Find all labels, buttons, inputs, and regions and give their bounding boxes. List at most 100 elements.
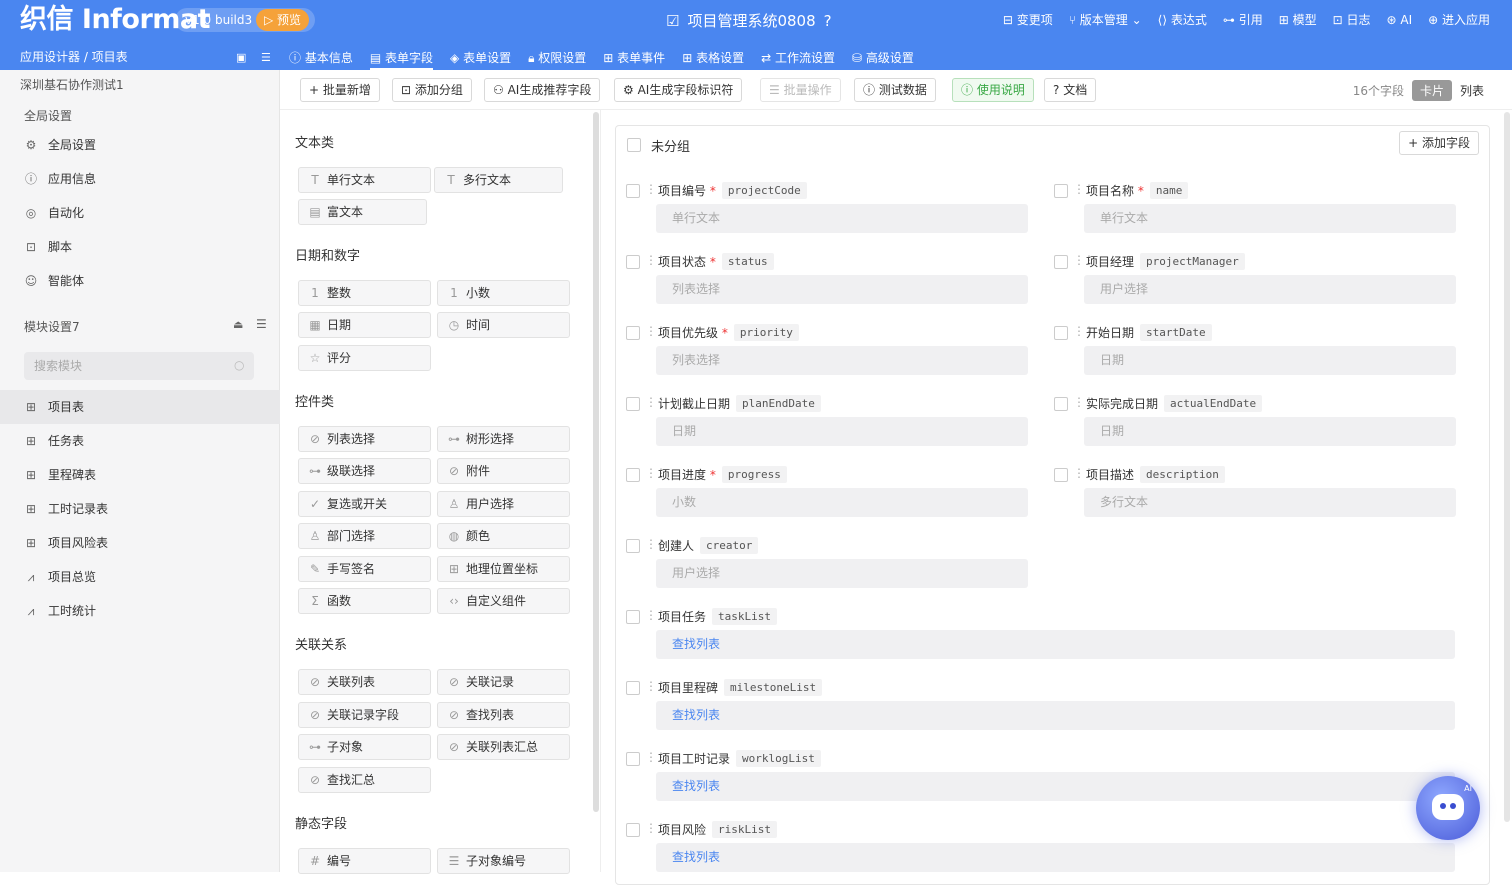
palette-relation-record[interactable]: ⊘ 关联记录	[437, 669, 570, 695]
palette-lookup-list[interactable]: ⊘ 查找列表	[437, 702, 570, 728]
palette-multi-text[interactable]: T 多行文本	[434, 167, 563, 193]
sidebar-item-script[interactable]: ⊡ 脚本	[0, 230, 280, 264]
palette-single-text[interactable]: T 单行文本	[298, 167, 431, 193]
field-card[interactable]: ⋮⋮ 项目编号 * projectCode 单行文本	[626, 182, 1028, 234]
palette-relation-summary[interactable]: ⊘ 关联列表汇总	[437, 734, 570, 760]
palette-tree-select[interactable]: ⊶ 树形选择	[437, 426, 570, 452]
list-icon[interactable]: ☰	[261, 51, 271, 64]
sidebar-item-risk-table[interactable]: ⊞ 项目风险表	[0, 526, 280, 560]
batch-operation-button[interactable]: ☰ 批量操作	[760, 78, 841, 102]
palette-decimal[interactable]: 1 小数	[437, 280, 570, 306]
tab-permissions[interactable]: 🔒︎ 权限设置	[528, 49, 586, 70]
sidebar-item-global-settings[interactable]: ⚙ 全局设置	[0, 128, 280, 162]
palette-color[interactable]: ◍ 颜色	[437, 523, 570, 549]
palette-time[interactable]: ◷ 时间	[437, 312, 570, 338]
usage-guide-button[interactable]: ⓘ 使用说明	[952, 78, 1034, 102]
palette-cascade-select[interactable]: ⊶ 级联选择	[298, 458, 431, 484]
field-checkbox[interactable]	[626, 823, 640, 837]
field-checkbox[interactable]	[626, 326, 640, 340]
tab-form-events[interactable]: ⊞ 表单事件	[603, 49, 665, 70]
sidebar-item-worklog-table[interactable]: ⊞ 工时记录表	[0, 492, 280, 526]
palette-signature[interactable]: ✎ 手写签名	[298, 556, 431, 582]
nav-log[interactable]: ⊡ 日志	[1333, 11, 1371, 29]
nav-enter-app[interactable]: ⊕ 进入应用	[1428, 11, 1490, 29]
tab-form-settings[interactable]: ◈ 表单设置	[450, 49, 511, 70]
sidebar-item-task-table[interactable]: ⊞ 任务表	[0, 424, 280, 458]
palette-relation-list[interactable]: ⊘ 关联列表	[298, 669, 431, 695]
palette-attachment[interactable]: ⊘ 附件	[437, 458, 570, 484]
field-checkbox[interactable]	[626, 539, 640, 553]
field-card[interactable]: ⋮⋮ 项目工时记录 worklogList 查找列表	[626, 750, 1455, 802]
sidebar-item-agent[interactable]: ☺ 智能体	[0, 264, 280, 298]
field-card[interactable]: ⋮⋮ 项目经理 projectManager 用户选择	[1054, 253, 1456, 305]
ai-recommend-fields-button[interactable]: ⚇ AI生成推荐字段	[484, 78, 601, 102]
note-icon[interactable]: ▣	[236, 51, 246, 64]
nav-reference[interactable]: ⊶ 引用	[1223, 11, 1263, 29]
group-checkbox[interactable]	[627, 138, 641, 152]
nav-version[interactable]: ⑂ 版本管理 ⌄	[1069, 11, 1142, 29]
sidebar-item-app-info[interactable]: ⓘ 应用信息	[0, 162, 280, 196]
palette-function[interactable]: Σ 函数	[298, 588, 431, 614]
field-card[interactable]: ⋮⋮ 项目优先级 * priority 列表选择	[626, 324, 1028, 376]
palette-rating[interactable]: ☆ 评分	[298, 345, 431, 371]
palette-sub-object-number[interactable]: ☰ 子对象编号	[437, 848, 570, 874]
palette-rich-text[interactable]: ▤ 富文本	[298, 199, 427, 225]
test-data-button[interactable]: ⓘ 测试数据	[854, 78, 936, 102]
palette-user-select[interactable]: ♙ 用户选择	[437, 491, 570, 517]
field-checkbox[interactable]	[626, 681, 640, 695]
sidebar-item-milestone-table[interactable]: ⊞ 里程碑表	[0, 458, 280, 492]
field-card[interactable]: ⋮⋮ 计划截止日期 planEndDate 日期	[626, 395, 1028, 447]
tab-workflow[interactable]: ⇄ 工作流设置	[761, 49, 835, 70]
ai-field-identifier-button[interactable]: ⚙ AI生成字段标识符	[614, 78, 743, 102]
field-checkbox[interactable]	[626, 184, 640, 198]
field-card[interactable]: ⋮⋮ 开始日期 startDate 日期	[1054, 324, 1456, 376]
field-card[interactable]: ⋮⋮ 项目状态 * status 列表选择	[626, 253, 1028, 305]
palette-sub-object[interactable]: ⊶ 子对象	[298, 734, 431, 760]
field-card[interactable]: ⋮⋮ 项目任务 taskList 查找列表	[626, 608, 1455, 660]
sidebar-item-automation[interactable]: ◎ 自动化	[0, 196, 280, 230]
nav-expression[interactable]: ⟨⟩ 表达式	[1158, 11, 1207, 29]
palette-checkbox[interactable]: ✓ 复选或开关	[298, 491, 431, 517]
field-card[interactable]: ⋮⋮ 项目里程碑 milestoneList 查找列表	[626, 679, 1455, 731]
tab-advanced[interactable]: ⛁ 高级设置	[852, 49, 914, 70]
field-card[interactable]: ⋮⋮ 创建人 creator 用户选择	[626, 537, 1028, 589]
view-card-button[interactable]: 卡片	[1411, 80, 1452, 101]
palette-custom-component[interactable]: ‹› 自定义组件	[437, 588, 570, 614]
palette-lookup-summary[interactable]: ⊘ 查找汇总	[298, 767, 431, 793]
palette-date[interactable]: ▦ 日期	[298, 312, 431, 338]
palette-integer[interactable]: 1 整数	[298, 280, 431, 306]
sort-icon[interactable]: ☰	[256, 317, 267, 331]
canvas-scrollbar[interactable]	[1504, 112, 1510, 822]
field-checkbox[interactable]	[1054, 255, 1068, 269]
sidebar-item-worklog-stats[interactable]: ⩘ 工时统计	[0, 594, 280, 628]
field-card[interactable]: ⋮⋮ 项目进度 * progress 小数	[626, 466, 1028, 518]
palette-dept-select[interactable]: ♙ 部门选择	[298, 523, 431, 549]
palette-list-select[interactable]: ⊘ 列表选择	[298, 426, 431, 452]
preview-button[interactable]: ▷ 预览	[256, 9, 310, 31]
nav-model[interactable]: ⊞ 模型	[1279, 11, 1317, 29]
field-checkbox[interactable]	[626, 255, 640, 269]
field-checkbox[interactable]	[626, 468, 640, 482]
palette-relation-record-field[interactable]: ⊘ 关联记录字段	[298, 702, 431, 728]
field-checkbox[interactable]	[626, 752, 640, 766]
field-checkbox[interactable]	[1054, 184, 1068, 198]
help-icon[interactable]: ?	[824, 10, 832, 32]
batch-add-button[interactable]: + 批量新增	[300, 78, 380, 102]
nav-ai[interactable]: ⊛ AI	[1386, 11, 1412, 29]
tab-basic-info[interactable]: ⓘ 基本信息	[289, 49, 353, 70]
field-card[interactable]: ⋮⋮ 项目名称 * name 单行文本	[1054, 182, 1456, 234]
tab-form-fields[interactable]: ▤ 表单字段	[369, 49, 434, 70]
sidebar-item-overview[interactable]: ⩘ 项目总览	[0, 560, 280, 594]
field-card[interactable]: ⋮⋮ 实际完成日期 actualEndDate 日期	[1054, 395, 1456, 447]
view-list-button[interactable]: 列表	[1460, 82, 1484, 99]
tab-table-settings[interactable]: ⊞ 表格设置	[682, 49, 744, 70]
field-checkbox[interactable]	[1054, 468, 1068, 482]
palette-serial-number[interactable]: # 编号	[298, 848, 431, 874]
add-group-button[interactable]: ⊡ 添加分组	[392, 78, 472, 102]
docs-button[interactable]: ? 文档	[1044, 78, 1097, 102]
palette-scrollbar[interactable]	[593, 112, 599, 812]
field-card[interactable]: ⋮⋮ 项目描述 description 多行文本	[1054, 466, 1456, 518]
field-checkbox[interactable]	[1054, 326, 1068, 340]
nav-changes[interactable]: ⊟ 变更项	[1003, 11, 1053, 29]
field-checkbox[interactable]	[626, 397, 640, 411]
